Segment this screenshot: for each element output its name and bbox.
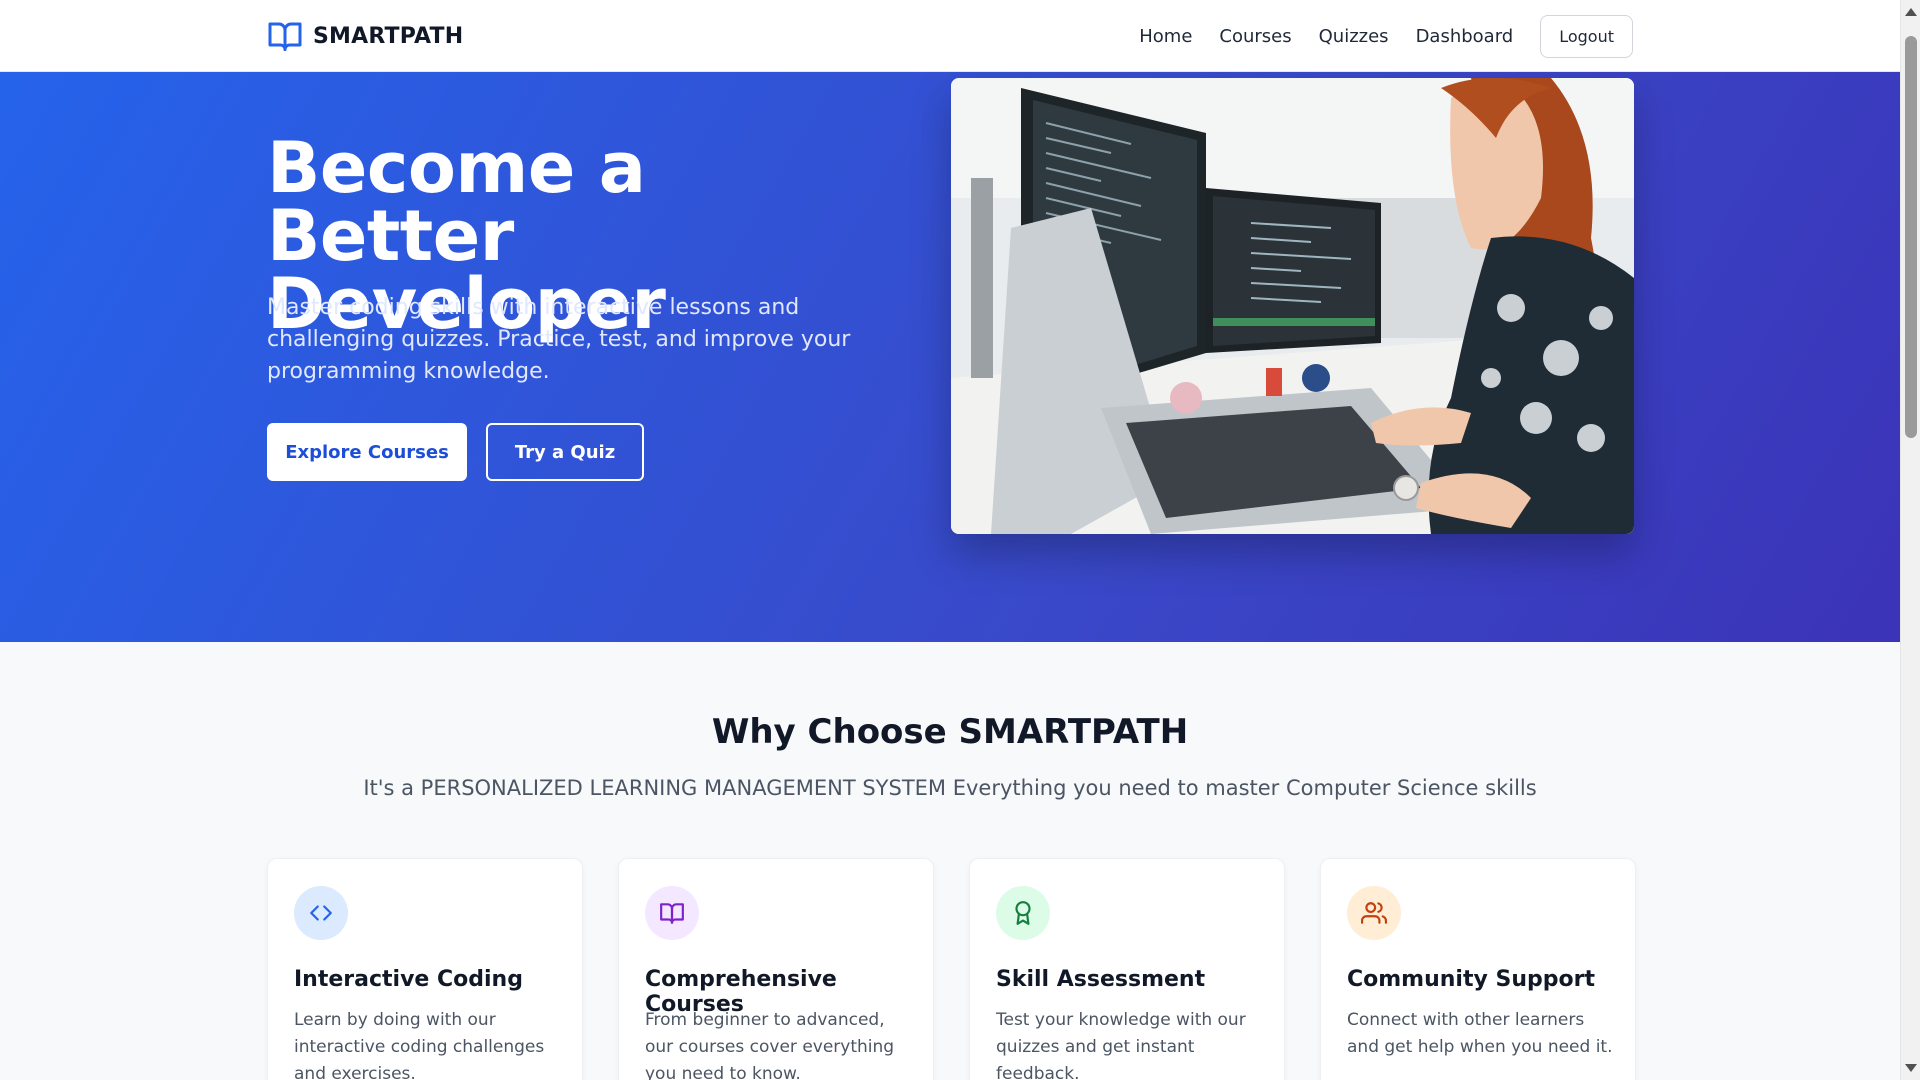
feature-card-title: Community Support: [1347, 967, 1595, 992]
explore-courses-button[interactable]: Explore Courses: [267, 423, 467, 481]
scroll-down-arrow-icon[interactable]: [1905, 1064, 1917, 1072]
nav-dashboard[interactable]: Dashboard: [1416, 26, 1514, 47]
users-icon: [1347, 886, 1401, 940]
brand-name: SMARTPATH: [313, 23, 464, 49]
award-icon: [996, 886, 1050, 940]
logout-button[interactable]: Logout: [1540, 15, 1633, 58]
feature-card-interactive-coding[interactable]: Interactive Coding Learn by doing with o…: [267, 858, 583, 1080]
hero-section: Become a Better Developer Master coding …: [0, 72, 1900, 642]
book-open-icon: [645, 886, 699, 940]
main-nav: Home Courses Quizzes Dashboard Logout: [1139, 15, 1633, 58]
feature-card-desc: Test your knowledge with our quizzes and…: [996, 1010, 1246, 1080]
try-quiz-button[interactable]: Try a Quiz: [486, 423, 644, 481]
feature-card-desc: Learn by doing with our interactive codi…: [294, 1010, 545, 1080]
feature-card-comprehensive-courses[interactable]: Comprehensive Courses From beginner to a…: [618, 858, 934, 1080]
nav-courses[interactable]: Courses: [1219, 26, 1291, 47]
feature-card-community-support[interactable]: Community Support Connect with other lea…: [1320, 858, 1636, 1080]
features-subtitle: It's a PERSONALIZED LEARNING MANAGEMENT …: [363, 776, 1537, 800]
feature-card-desc: Connect with other learners and get help…: [1347, 1010, 1613, 1057]
hero-subtitle: Master coding skills with interactive le…: [267, 295, 851, 384]
code-icon: [294, 886, 348, 940]
scroll-up-arrow-icon[interactable]: [1905, 8, 1917, 16]
scrollbar-thumb[interactable]: [1905, 36, 1917, 438]
top-navbar: SMARTPATH Home Courses Quizzes Dashboard…: [0, 0, 1900, 72]
brand-logo[interactable]: SMARTPATH: [267, 18, 463, 54]
nav-quizzes[interactable]: Quizzes: [1319, 26, 1389, 47]
nav-home[interactable]: Home: [1139, 26, 1192, 47]
hero-image: [951, 78, 1634, 534]
feature-card-title: Interactive Coding: [294, 967, 523, 992]
feature-card-desc: From beginner to advanced, our courses c…: [645, 1010, 895, 1080]
features-title: Why Choose SMARTPATH: [711, 712, 1189, 752]
open-book-icon: [268, 22, 302, 51]
feature-card-title: Skill Assessment: [996, 967, 1206, 992]
feature-card-skill-assessment[interactable]: Skill Assessment Test your knowledge wit…: [969, 858, 1285, 1080]
page-scrollbar[interactable]: [1900, 0, 1920, 1080]
